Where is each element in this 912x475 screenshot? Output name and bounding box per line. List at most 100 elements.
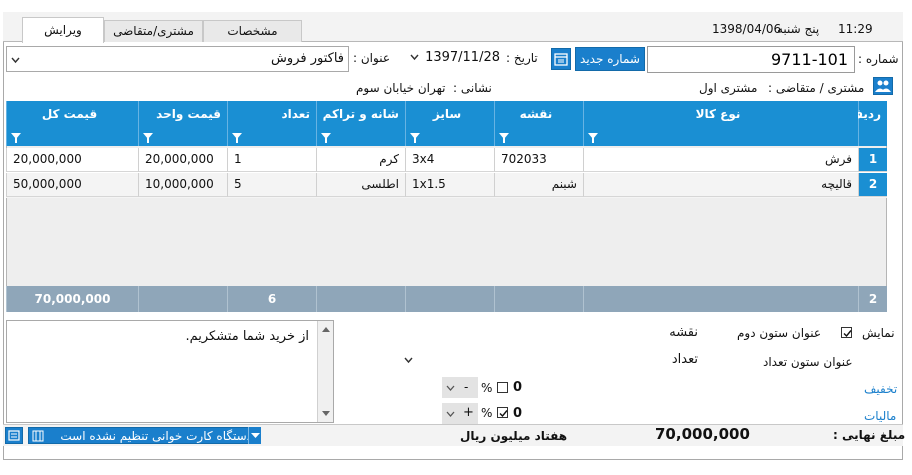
cell-size[interactable]: 1x1.5 <box>405 173 494 197</box>
customer-label: مشتری / متقاضی : <box>768 81 865 95</box>
discount-stepper[interactable]: - <box>442 377 478 398</box>
address-label: نشانی : <box>453 81 492 95</box>
col-header-map[interactable]: نقشه <box>494 101 583 131</box>
cell-map[interactable]: شبنم <box>494 173 583 197</box>
tab-details[interactable]: مشخصات <box>203 20 302 42</box>
filter-cell[interactable] <box>316 131 405 146</box>
filter-icon[interactable] <box>143 133 153 143</box>
title-value: فاکتور فروش <box>271 51 344 66</box>
filter-icon[interactable] <box>232 133 242 143</box>
number-field[interactable] <box>647 46 855 73</box>
filter-cell[interactable] <box>227 131 316 146</box>
date-value: 1397/11/28 <box>425 50 500 65</box>
plus-icon[interactable]: + <box>463 405 474 420</box>
date-picker[interactable]: 1397/11/28 <box>408 47 500 69</box>
filter-icon[interactable] <box>11 133 21 143</box>
row-number: 2 <box>858 173 887 197</box>
cell-type[interactable]: فرش <box>583 148 858 172</box>
cell-qty[interactable]: 5 <box>227 173 316 197</box>
settings-list-icon[interactable] <box>5 427 23 444</box>
chevron-down-icon <box>11 57 20 64</box>
col-header-row[interactable]: ردیف <box>849 101 887 131</box>
cell-unit-price[interactable]: 20,000,000 <box>138 148 227 172</box>
chevron-down-icon <box>404 357 413 364</box>
chevron-down-icon <box>446 385 455 391</box>
cell-total[interactable]: 20,000,000 <box>6 148 138 172</box>
chevron-down-icon <box>251 433 260 438</box>
show-label: نمایش <box>862 326 895 340</box>
tax-value: 0 <box>513 406 523 421</box>
tab-customer[interactable]: مشتری/متقاضی <box>104 20 203 42</box>
col-header-type[interactable]: نوع کالا <box>583 101 858 131</box>
col-header-size[interactable]: سایز <box>405 101 494 131</box>
card-reader-status: دستگاه کارت خوانی تنظیم نشده است <box>60 429 252 443</box>
date-label: 1398/04/06 <box>712 22 782 36</box>
count-col-select[interactable]: تعداد <box>400 347 700 371</box>
title-label: عنوان : <box>353 51 390 65</box>
minus-icon[interactable]: - <box>464 380 468 394</box>
filter-cell[interactable] <box>6 131 138 146</box>
second-col-field[interactable]: نقشه <box>400 320 700 344</box>
tax-percent-checkbox[interactable] <box>497 407 508 418</box>
col-header-density[interactable]: شانه و تراکم <box>316 101 405 131</box>
calendar-icon[interactable] <box>551 48 571 70</box>
card-reader-dropdown[interactable] <box>248 427 261 444</box>
number-label: شماره : <box>858 52 899 66</box>
final-amount-label: مبلغ نهایی : <box>833 428 906 442</box>
footer-cell <box>138 286 227 312</box>
scroll-down-icon[interactable] <box>322 411 330 416</box>
tax-percent-sign: % <box>481 406 493 420</box>
count-col-value: تعداد <box>671 352 698 367</box>
weekday-label: پنج شنبه <box>777 22 820 36</box>
footer-cell <box>405 286 494 312</box>
discount-link[interactable]: تخفیف <box>864 382 897 396</box>
cell-total[interactable]: 50,000,000 <box>6 173 138 197</box>
cell-qty[interactable]: 1 <box>227 148 316 172</box>
customers-icon[interactable] <box>873 77 893 95</box>
show-second-col-checkbox[interactable] <box>841 327 852 338</box>
discount-value: 0 <box>513 380 523 395</box>
chevron-down-icon <box>410 54 419 61</box>
tax-link[interactable]: مالیات <box>864 409 896 423</box>
footer-cell <box>494 286 583 312</box>
footer-count: 2 <box>858 286 887 312</box>
footer-qty-total: 6 <box>227 286 316 312</box>
filter-icon[interactable] <box>588 133 598 143</box>
filter-icon[interactable] <box>499 133 509 143</box>
tab-edit[interactable]: ویرایش <box>22 17 104 43</box>
cell-density[interactable]: اطلسی <box>316 173 405 197</box>
customer-value: مشتری اول <box>699 81 758 95</box>
filter-cell[interactable] <box>138 131 227 146</box>
checkmark-icon <box>843 330 852 338</box>
notes-textarea[interactable]: از خرید شما متشکریم. <box>6 320 334 423</box>
filter-icon[interactable] <box>321 133 331 143</box>
cell-type[interactable]: قالیچه <box>583 173 858 197</box>
row-number: 1 <box>858 148 887 172</box>
footer-cell <box>316 286 405 312</box>
card-reader-icon <box>32 430 44 442</box>
cell-size[interactable]: 3x4 <box>405 148 494 172</box>
new-number-button[interactable]: شماره جدید <box>575 47 645 71</box>
date-field-label: تاریخ : <box>506 51 538 65</box>
amount-in-words: هفتاد میلیون ریال <box>460 429 568 443</box>
scroll-up-icon[interactable] <box>322 327 330 332</box>
filter-cell[interactable] <box>583 131 858 146</box>
cell-map[interactable]: 702033 <box>494 148 583 172</box>
filter-icon[interactable] <box>410 133 420 143</box>
cell-density[interactable]: کرم <box>316 148 405 172</box>
checkmark-icon <box>499 410 508 418</box>
second-col-title-label: عنوان ستون دوم <box>737 326 822 340</box>
footer-cell <box>583 286 858 312</box>
cell-unit-price[interactable]: 10,000,000 <box>138 173 227 197</box>
col-header-total[interactable]: قیمت کل <box>6 101 138 131</box>
card-reader-select[interactable]: دستگاه کارت خوانی تنظیم نشده است <box>28 427 261 444</box>
notes-scrollbar[interactable] <box>317 321 333 422</box>
discount-percent-checkbox[interactable] <box>497 382 508 393</box>
col-header-unit-price[interactable]: قیمت واحد <box>138 101 227 131</box>
discount-percent-sign: % <box>481 381 493 395</box>
filter-cell[interactable] <box>405 131 494 146</box>
title-select[interactable]: فاکتور فروش <box>6 46 349 72</box>
col-header-qty[interactable]: تعداد <box>227 101 316 131</box>
filter-cell[interactable] <box>494 131 583 146</box>
tax-stepper[interactable]: + <box>442 403 478 424</box>
